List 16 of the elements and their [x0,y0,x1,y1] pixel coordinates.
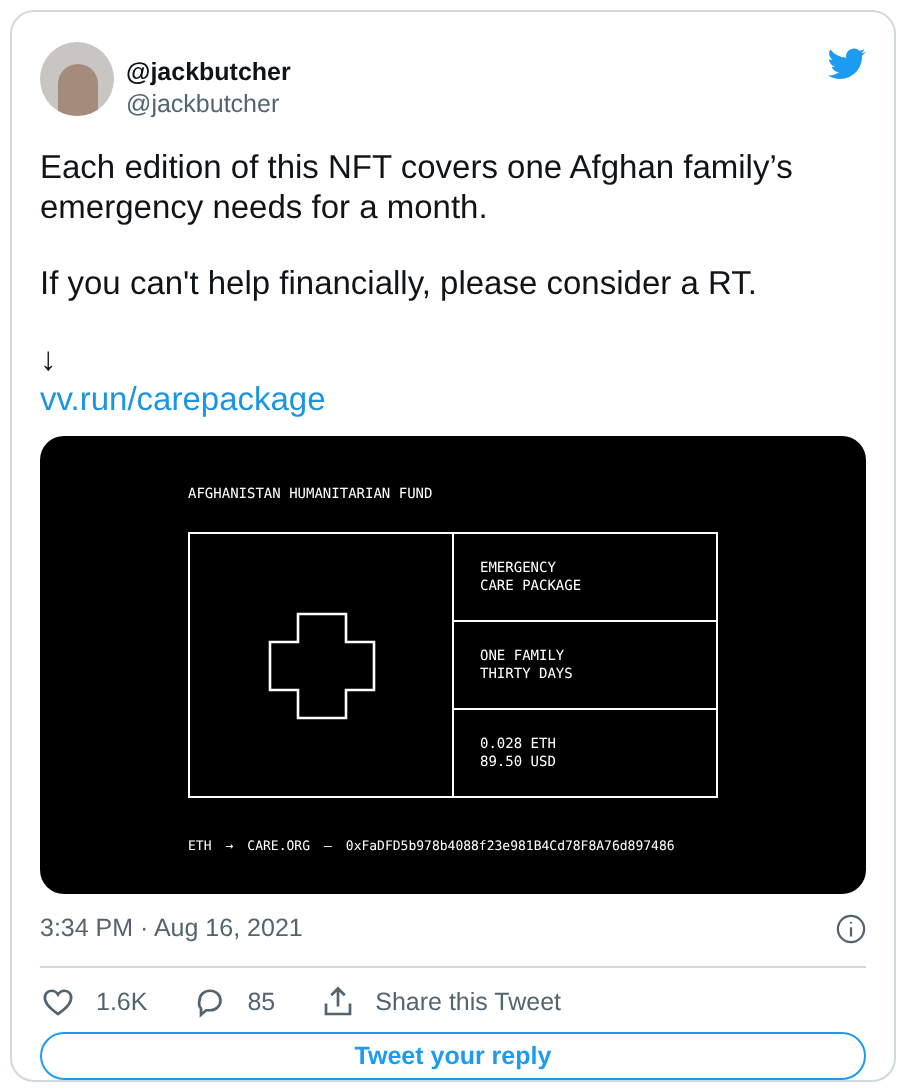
share-icon [319,983,356,1020]
cross-icon [267,611,375,719]
timestamp[interactable]: 3:34 PM · Aug 16, 2021 [40,909,303,948]
info-icon[interactable] [836,913,866,944]
tweet-text: Each edition of this NFT covers one Afghan family’s emergency needs for a month. [40,148,795,228]
share-action[interactable]: Share this Tweet [319,983,562,1021]
heart-icon [40,983,76,1020]
tweet-link[interactable]: vv.run/carepackage [40,380,866,420]
tweet-text: If you can't help financially, please consider a RT. [40,264,759,304]
avatar[interactable] [40,42,114,116]
like-action[interactable]: 1.6K [40,983,148,1021]
author-handle[interactable]: @jackbutcher [126,88,291,120]
arrow-text: ↓ [40,340,59,380]
bird-logo-icon[interactable] [828,48,866,80]
reply-action[interactable]: 85 [191,983,276,1021]
author-name[interactable]: @jackbutcher [126,56,291,88]
